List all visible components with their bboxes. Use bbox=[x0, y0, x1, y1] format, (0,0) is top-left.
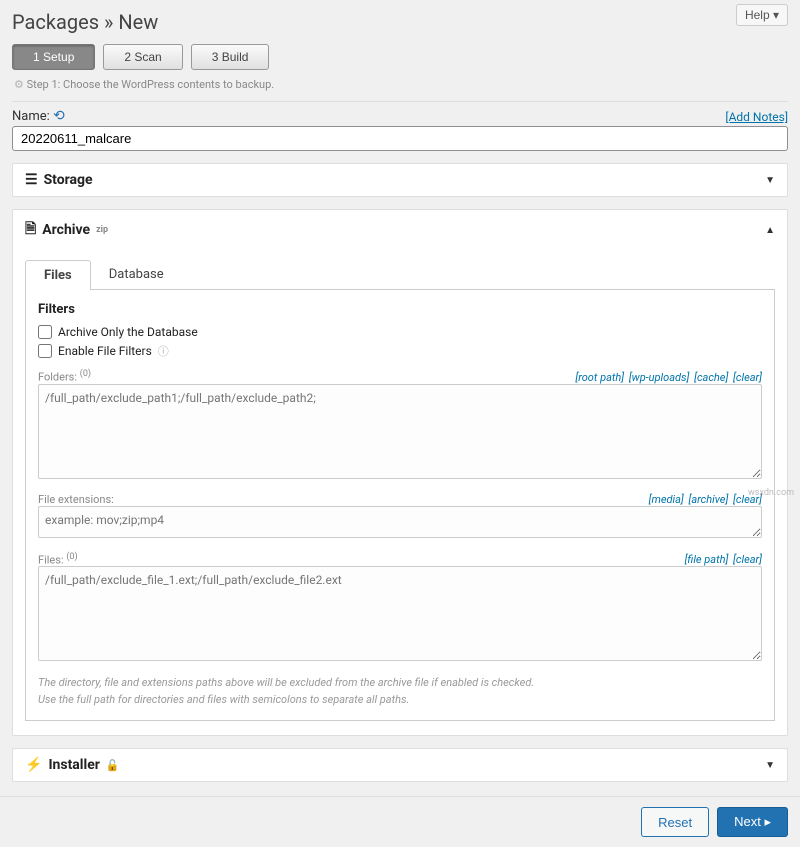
caret-up-icon: ▲ bbox=[765, 225, 775, 236]
archive-header[interactable]: 🗎 Archive zip ▲ bbox=[13, 210, 787, 250]
archive-tabs: Files Database bbox=[25, 260, 775, 290]
archive-icon: 🗎 bbox=[25, 218, 36, 242]
installer-title: Installer bbox=[48, 757, 99, 773]
files-label: Files: bbox=[38, 553, 64, 566]
note-line-2: Use the full path for directories and fi… bbox=[38, 692, 762, 709]
refresh-icon[interactable]: ⟲ bbox=[53, 108, 65, 124]
storage-title: Storage bbox=[44, 172, 93, 188]
step-3-build[interactable]: 3 Build bbox=[191, 44, 270, 70]
name-input[interactable] bbox=[12, 126, 788, 151]
folders-links: root path wp-uploads cache clear bbox=[573, 371, 762, 384]
storage-panel: ☰ Storage ▼ bbox=[12, 163, 788, 197]
divider bbox=[12, 101, 788, 102]
link-folders-clear[interactable]: clear bbox=[733, 371, 762, 384]
link-archive[interactable]: archive bbox=[688, 493, 728, 506]
folders-count: (0) bbox=[80, 369, 91, 379]
filter-notes: The directory, file and extensions paths… bbox=[38, 675, 762, 708]
archive-db-only-label: Archive Only the Database bbox=[58, 325, 198, 339]
step-1-setup[interactable]: 1 Setup bbox=[12, 44, 95, 70]
archive-db-only-row[interactable]: Archive Only the Database bbox=[38, 325, 762, 339]
ext-textarea[interactable] bbox=[38, 506, 762, 538]
reset-button[interactable]: Reset bbox=[641, 807, 709, 837]
filters-heading: Filters bbox=[38, 302, 762, 317]
files-textarea[interactable] bbox=[38, 566, 762, 661]
tab-database[interactable]: Database bbox=[91, 260, 182, 289]
step-2-scan[interactable]: 2 Scan bbox=[103, 44, 182, 70]
bolt-icon: ⚡ bbox=[25, 757, 42, 773]
link-wp-uploads[interactable]: wp-uploads bbox=[629, 371, 690, 384]
lock-icon: 🔓 bbox=[106, 759, 120, 772]
installer-header[interactable]: ⚡ Installer 🔓 ▼ bbox=[13, 749, 787, 781]
storage-icon: ☰ bbox=[25, 172, 38, 188]
wizard-steps: 1 Setup 2 Scan 3 Build bbox=[12, 44, 788, 70]
archive-panel: 🗎 Archive zip ▲ Files Database Filters A… bbox=[12, 209, 788, 736]
folders-textarea[interactable] bbox=[38, 384, 762, 479]
name-label: Name: bbox=[12, 109, 50, 124]
caret-down-icon: ▼ bbox=[765, 760, 775, 771]
archive-title: Archive bbox=[42, 222, 90, 238]
link-root-path[interactable]: root path bbox=[575, 371, 624, 384]
watermark: wsxdn.com bbox=[748, 488, 794, 498]
files-links: file path clear bbox=[683, 553, 762, 566]
files-tab-body: Filters Archive Only the Database Enable… bbox=[25, 290, 775, 721]
enable-file-filters-label: Enable File Filters bbox=[58, 344, 152, 358]
add-notes-link[interactable]: [Add Notes] bbox=[725, 110, 788, 124]
caret-down-icon: ▼ bbox=[765, 175, 775, 186]
link-file-path[interactable]: file path bbox=[685, 553, 729, 566]
footer-bar: Reset Next ▸ bbox=[0, 796, 800, 847]
breadcrumb: Packages » New bbox=[12, 4, 158, 44]
next-button[interactable]: Next ▸ bbox=[717, 807, 788, 837]
help-button[interactable]: Help ▾ bbox=[736, 4, 788, 26]
files-count: (0) bbox=[66, 552, 77, 562]
archive-db-only-checkbox[interactable] bbox=[38, 325, 52, 339]
ext-label: File extensions: bbox=[38, 493, 114, 506]
link-files-clear[interactable]: clear bbox=[733, 553, 762, 566]
enable-file-filters-checkbox[interactable] bbox=[38, 344, 52, 358]
link-media[interactable]: media bbox=[649, 493, 684, 506]
ext-links: media archive clear bbox=[647, 493, 762, 506]
link-cache[interactable]: cache bbox=[694, 371, 728, 384]
storage-header[interactable]: ☰ Storage ▼ bbox=[13, 164, 787, 196]
enable-file-filters-row[interactable]: Enable File Filters ⓘ bbox=[38, 343, 762, 359]
step-hint: Step 1: Choose the WordPress contents to… bbox=[12, 74, 788, 97]
folders-label: Folders: bbox=[38, 371, 77, 384]
tab-files[interactable]: Files bbox=[25, 260, 91, 290]
help-icon[interactable]: ⓘ bbox=[158, 343, 169, 359]
archive-format: zip bbox=[96, 225, 108, 235]
note-line-1: The directory, file and extensions paths… bbox=[38, 675, 762, 692]
installer-panel: ⚡ Installer 🔓 ▼ bbox=[12, 748, 788, 782]
